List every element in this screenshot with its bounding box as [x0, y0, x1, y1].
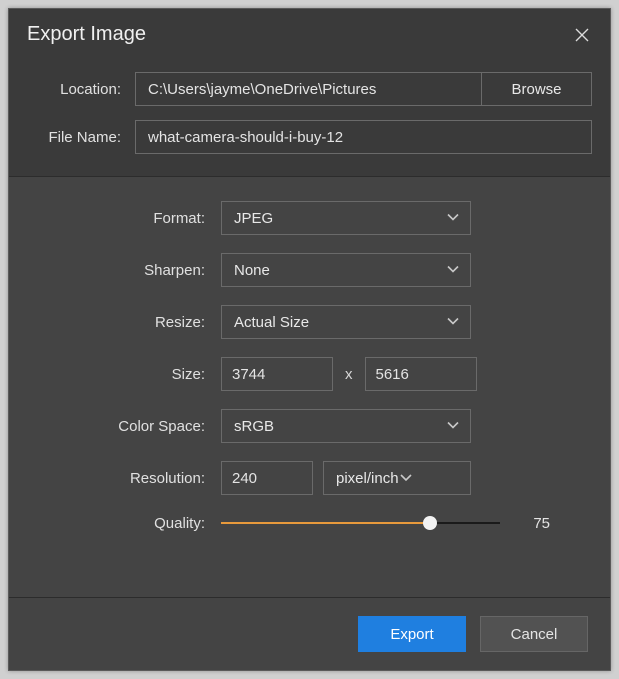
- filename-input[interactable]: [135, 120, 592, 154]
- sharpen-label: Sharpen:: [27, 262, 221, 279]
- format-select[interactable]: JPEG: [221, 201, 471, 235]
- format-value: JPEG: [234, 210, 273, 227]
- slider-thumb[interactable]: [423, 516, 437, 530]
- resize-label: Resize:: [27, 314, 221, 331]
- size-separator: x: [343, 366, 355, 383]
- browse-button[interactable]: Browse: [481, 73, 591, 105]
- height-input[interactable]: [365, 357, 477, 391]
- slider-fill: [221, 522, 430, 524]
- export-button[interactable]: Export: [358, 616, 466, 652]
- location-path[interactable]: C:\Users\jayme\OneDrive\Pictures: [136, 73, 481, 105]
- options-section: Format: JPEG Sharpen: None Resize:: [9, 177, 610, 597]
- file-section: Location: C:\Users\jayme\OneDrive\Pictur…: [9, 64, 610, 176]
- footer: Export Cancel: [9, 597, 610, 670]
- export-image-dialog: Export Image Location: C:\Users\jayme\On…: [8, 8, 611, 671]
- resize-select[interactable]: Actual Size: [221, 305, 471, 339]
- quality-value: 75: [516, 515, 550, 532]
- colorspace-value: sRGB: [234, 418, 274, 435]
- titlebar: Export Image: [9, 9, 610, 64]
- format-label: Format:: [27, 210, 221, 227]
- chevron-down-icon: [446, 418, 460, 435]
- close-icon: [574, 27, 590, 43]
- sharpen-select[interactable]: None: [221, 253, 471, 287]
- colorspace-select[interactable]: sRGB: [221, 409, 471, 443]
- filename-label: File Name:: [27, 129, 135, 146]
- chevron-down-icon: [446, 210, 460, 227]
- size-label: Size:: [27, 366, 221, 383]
- chevron-down-icon: [446, 262, 460, 279]
- chevron-down-icon: [446, 314, 460, 331]
- resize-value: Actual Size: [234, 314, 309, 331]
- chevron-down-icon: [399, 470, 413, 487]
- resolution-label: Resolution:: [27, 470, 221, 487]
- sharpen-value: None: [234, 262, 270, 279]
- dialog-title: Export Image: [27, 23, 146, 46]
- resolution-input[interactable]: [221, 461, 313, 495]
- colorspace-label: Color Space:: [27, 418, 221, 435]
- cancel-button[interactable]: Cancel: [480, 616, 588, 652]
- close-button[interactable]: [572, 25, 592, 45]
- quality-label: Quality:: [27, 515, 221, 532]
- location-label: Location:: [27, 81, 135, 98]
- width-input[interactable]: [221, 357, 333, 391]
- resolution-unit-value: pixel/inch: [336, 470, 399, 487]
- resolution-unit-select[interactable]: pixel/inch: [323, 461, 471, 495]
- location-box: C:\Users\jayme\OneDrive\Pictures Browse: [135, 72, 592, 106]
- quality-slider[interactable]: [221, 513, 500, 533]
